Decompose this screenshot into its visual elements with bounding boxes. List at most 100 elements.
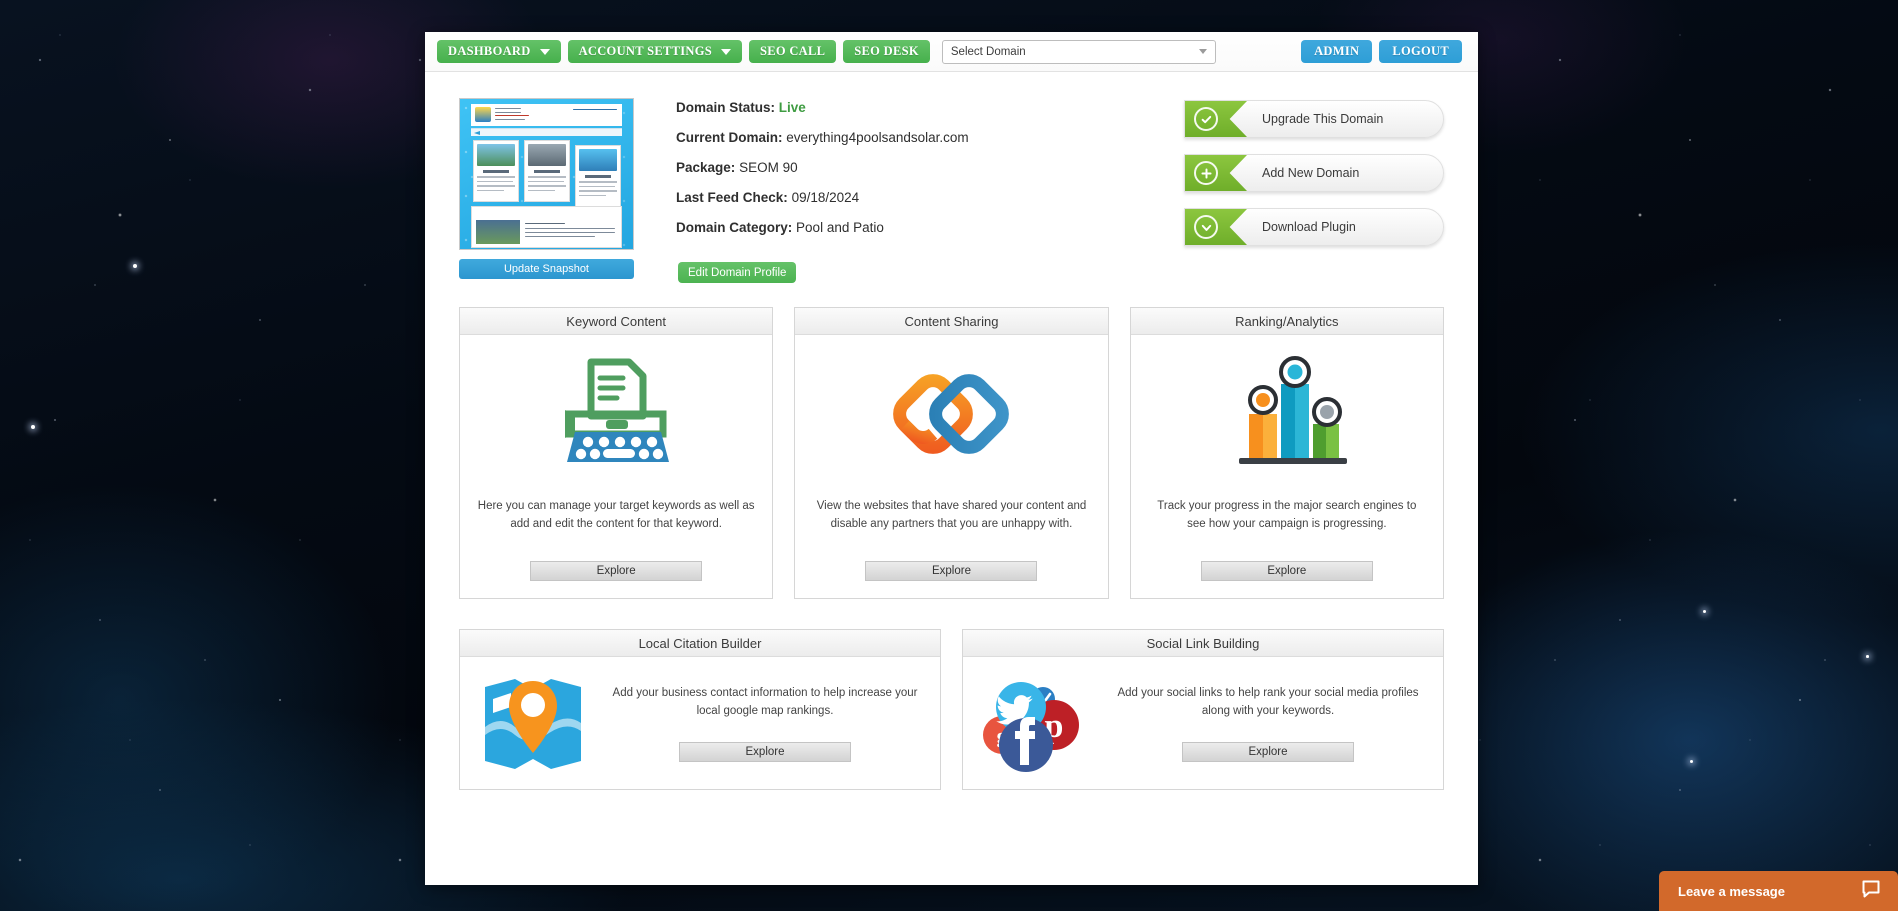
upgrade-this-domain-button[interactable]: Upgrade This Domain bbox=[1184, 100, 1444, 138]
nav-button-seo-call[interactable]: SEO CALL bbox=[749, 40, 837, 63]
bar-chart-icon bbox=[1221, 353, 1353, 475]
snapshot-card-text bbox=[477, 185, 515, 187]
snapshot-text-line bbox=[525, 232, 615, 234]
bright-star bbox=[31, 425, 35, 429]
card-keyword-content: Keyword Content Here you can manage your… bbox=[459, 307, 774, 599]
speech-bubble-icon bbox=[1861, 879, 1881, 904]
map-pin-icon bbox=[478, 671, 588, 775]
detail-label: Last Feed Check: bbox=[676, 190, 788, 205]
action-flag bbox=[1185, 155, 1247, 191]
card-body: Track your progress in the major search … bbox=[1131, 335, 1443, 598]
card-title: Ranking/Analytics bbox=[1130, 308, 1443, 335]
domain-summary-section: Update Snapshot Domain Status: Live Curr… bbox=[425, 72, 1478, 283]
snapshot-content-card bbox=[575, 145, 621, 207]
card-social-link-building: Social Link Building g + p bbox=[962, 629, 1444, 790]
card-body: View the websites that have shared your … bbox=[795, 335, 1107, 598]
nav-button-label: ACCOUNT SETTINGS bbox=[578, 44, 713, 58]
plus-circle-icon bbox=[1194, 161, 1218, 185]
action-label: Add New Domain bbox=[1262, 166, 1360, 180]
snapshot-text-line bbox=[525, 228, 615, 230]
snapshot-card-text bbox=[579, 181, 617, 183]
detail-label: Domain Status: bbox=[676, 100, 776, 115]
card-body: Here you can manage your target keywords… bbox=[460, 335, 772, 598]
snapshot-card-text bbox=[528, 180, 565, 182]
explore-button-ranking-analytics[interactable]: Explore bbox=[1200, 561, 1373, 581]
snapshot-card-text bbox=[528, 176, 566, 178]
nav-button-seo-desk[interactable]: SEO DESK bbox=[843, 40, 930, 63]
snapshot-column: Update Snapshot bbox=[459, 98, 634, 283]
detail-label: Current Domain: bbox=[676, 130, 783, 145]
nav-button-label: DASHBOARD bbox=[448, 44, 531, 58]
snapshot-text-line bbox=[495, 118, 525, 120]
domain-details-column: Domain Status: Live Current Domain: ever… bbox=[634, 98, 1184, 283]
chevron-down-icon bbox=[1198, 49, 1207, 54]
card-content-sharing: Content Sharing View the websites that h… bbox=[794, 307, 1109, 599]
download-circle-icon bbox=[1194, 215, 1218, 239]
feature-cards-top-row: Keyword Content Here you can manage your… bbox=[425, 283, 1478, 599]
snapshot-card-title bbox=[482, 170, 510, 173]
feature-cards-bottom-row: Local Citation Builder Add your business… bbox=[425, 599, 1478, 790]
snapshot-card-image bbox=[579, 149, 617, 171]
nav-button-dashboard[interactable]: DASHBOARD bbox=[437, 40, 561, 63]
snapshot-section-image bbox=[476, 220, 520, 244]
snapshot-card-text bbox=[579, 194, 606, 196]
detail-domain-status: Domain Status: Live bbox=[676, 100, 1184, 115]
snapshot-card-text bbox=[528, 185, 566, 187]
snapshot-card-text bbox=[579, 190, 617, 192]
bright-star bbox=[1690, 760, 1693, 763]
snapshot-text-line bbox=[525, 223, 565, 225]
domain-snapshot-thumbnail bbox=[459, 98, 634, 250]
update-snapshot-button[interactable]: Update Snapshot bbox=[459, 259, 634, 279]
action-label: Upgrade This Domain bbox=[1262, 112, 1384, 126]
interlocking-links-icon bbox=[889, 353, 1013, 475]
card-content: Add your business contact information to… bbox=[610, 684, 920, 763]
snapshot-lower-section bbox=[471, 206, 622, 248]
bright-star bbox=[1703, 610, 1706, 613]
snapshot-card-text bbox=[528, 189, 555, 191]
nav-button-account-settings[interactable]: ACCOUNT SETTINGS bbox=[567, 40, 743, 63]
bright-star bbox=[1866, 655, 1869, 658]
detail-domain-category: Domain Category: Pool and Patio bbox=[676, 220, 1184, 235]
admin-button[interactable]: ADMIN bbox=[1301, 40, 1373, 63]
snapshot-card-text bbox=[477, 176, 515, 178]
status-badge: Live bbox=[778, 100, 806, 115]
card-title: Social Link Building bbox=[963, 630, 1443, 657]
snapshot-site-header bbox=[471, 104, 622, 126]
card-title: Local Citation Builder bbox=[460, 630, 940, 657]
snapshot-text-line bbox=[495, 115, 529, 117]
domain-select-dropdown[interactable]: Select Domain bbox=[941, 39, 1216, 64]
explore-button-keyword-content[interactable]: Explore bbox=[530, 561, 703, 581]
detail-value: everything4poolsandsolar.com bbox=[786, 130, 969, 145]
nav-button-label: SEO CALL bbox=[760, 44, 826, 58]
detail-value: SEOM 90 bbox=[739, 160, 798, 175]
edit-domain-profile-button[interactable]: Edit Domain Profile bbox=[678, 262, 797, 283]
explore-button-social-link-building[interactable]: Explore bbox=[1182, 742, 1354, 763]
add-new-domain-button[interactable]: Add New Domain bbox=[1184, 154, 1444, 192]
bright-star bbox=[133, 264, 137, 268]
explore-button-local-citation-builder[interactable]: Explore bbox=[679, 742, 851, 763]
typewriter-icon bbox=[557, 353, 675, 475]
snapshot-card-image bbox=[477, 144, 515, 166]
explore-button-content-sharing[interactable]: Explore bbox=[865, 561, 1038, 581]
snapshot-card-title bbox=[584, 175, 612, 178]
snapshot-text-line bbox=[495, 111, 521, 113]
download-plugin-button[interactable]: Download Plugin bbox=[1184, 208, 1444, 246]
detail-last-feed-check: Last Feed Check: 09/18/2024 bbox=[676, 190, 1184, 205]
detail-current-domain: Current Domain: everything4poolsandsolar… bbox=[676, 130, 1184, 145]
nav-button-label: SEO DESK bbox=[854, 44, 919, 58]
snapshot-text-line bbox=[495, 108, 521, 110]
nav-right-group: ADMIN LOGOUT bbox=[1301, 40, 1466, 63]
chevron-down-icon bbox=[721, 48, 732, 55]
card-content: Add your social links to help rank your … bbox=[1113, 684, 1423, 763]
card-body: g + p bbox=[963, 657, 1443, 789]
check-circle-icon bbox=[1194, 107, 1218, 131]
card-description: Add your social links to help rank your … bbox=[1117, 686, 1419, 717]
chat-widget[interactable]: Leave a message bbox=[1659, 871, 1898, 911]
logout-button[interactable]: LOGOUT bbox=[1379, 40, 1462, 63]
card-description: Here you can manage your target keywords… bbox=[477, 500, 755, 531]
snapshot-card-text bbox=[477, 180, 514, 182]
snapshot-content-card bbox=[524, 140, 570, 202]
card-ranking-analytics: Ranking/Analytics Track your progress in… bbox=[1129, 307, 1444, 599]
card-local-citation-builder: Local Citation Builder Add your business… bbox=[459, 629, 941, 790]
snapshot-card-text bbox=[579, 185, 616, 187]
